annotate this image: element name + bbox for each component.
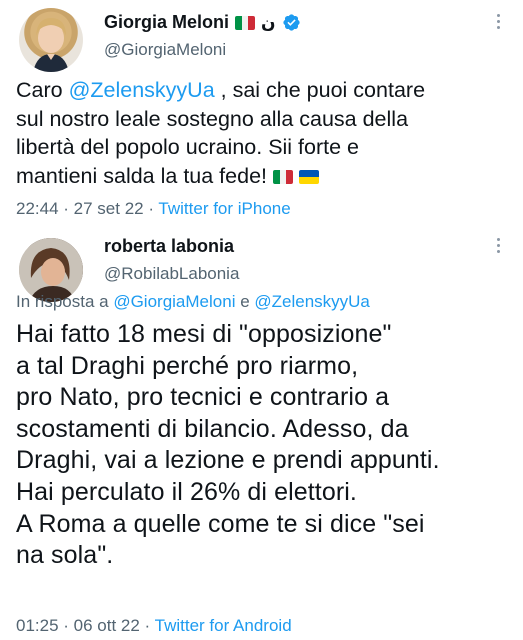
tweet-metadata: 22:44 · 27 set 22 · Twitter for iPhone [16,199,291,219]
tweet-time[interactable]: 22:44 [16,199,59,218]
tweet-source[interactable]: Twitter for iPhone [158,199,290,218]
tweet-giorgia-meloni: Giorgia Meloni ن @GiorgiaMeloni Caro @Ze… [0,0,523,224]
tweet-date[interactable]: 06 ott 22 [74,616,140,635]
tweet-text-line-1: Hai fatto 18 mesi di "opposizione" [16,320,392,348]
tweet-text-line-3: pro Nato, pro tecnici e contrario a [16,383,390,412]
tweet-text: Hai fatto 18 mesi di "opposizione" a tal… [16,319,511,572]
italy-flag-icon [235,15,256,30]
tweet-text-line-4: scostamenti di bilancio. Adesso, da [16,414,409,443]
italy-flag-icon [272,169,293,184]
tweet-text-line-5: Draghi, vai a lezione e prendi appunti. [16,446,440,475]
more-options-icon[interactable] [497,14,501,29]
tweet-date[interactable]: 27 set 22 [74,199,144,218]
more-options-icon[interactable] [497,238,501,253]
user-handle[interactable]: @RobilabLabonia [104,264,239,284]
separator: · [58,616,74,635]
reply-prefix: In risposta a [16,292,114,311]
text-segment: mantieni salda la tua fede! [16,163,273,188]
tweet-text-line-7: A Roma a quelle come te si dice "sei [16,509,425,538]
text-segment: Caro [16,78,69,102]
separator: · [143,199,159,218]
display-name[interactable]: roberta labonia [104,236,234,257]
display-name-text[interactable]: roberta labonia [104,236,234,257]
tweet-text-line-2: a tal Draghi perché pro riarmo, [16,351,359,380]
display-name-text[interactable]: Giorgia Meloni [104,12,229,33]
reply-conjunction: e [235,292,255,311]
name-suffix: ن [261,12,276,33]
reply-mention-link[interactable]: @GiorgiaMeloni [113,292,235,311]
user-handle[interactable]: @GiorgiaMeloni [104,40,226,60]
tweet-text-line-2: sul nostro leale sostegno alla causa del… [16,106,409,131]
separator: · [58,199,74,218]
display-name[interactable]: Giorgia Meloni ن [104,12,301,33]
tweet-text: Caro @ZelenskyyUa , sai che puoi contare… [16,76,511,190]
avatar-image [33,18,69,72]
verified-badge-icon [282,14,300,31]
separator: · [139,616,155,635]
tweet-roberta-labonia: roberta labonia @RobilabLabonia In rispo… [0,224,523,640]
tweet-text-line-6: Hai perculato il 26% di elettori. [16,477,357,506]
tweet-text-line-8: na sola". [16,541,114,570]
tweet-time[interactable]: 01:25 [16,616,59,635]
avatar[interactable] [19,8,83,72]
reply-context: In risposta a @GiorgiaMeloni e @Zelensky… [16,292,370,312]
reply-mention-link[interactable]: @ZelenskyyUa [254,292,370,311]
tweet-source[interactable]: Twitter for Android [155,616,292,635]
text-segment: , sai che puoi contare [214,78,426,102]
tweet-metadata: 01:25 · 06 ott 22 · Twitter for Android [16,616,292,636]
tweet-text-line-4: mantieni salda la tua fede! [16,162,511,191]
tweet-text-line-3: libertà del popolo ucraino. Sii forte e [16,135,360,159]
tweet-text-line-1: Caro @ZelenskyyUa , sai che puoi contare [16,76,511,105]
ukraine-flag-icon [298,169,319,184]
mention-link[interactable]: @ZelenskyyUa [69,78,215,102]
